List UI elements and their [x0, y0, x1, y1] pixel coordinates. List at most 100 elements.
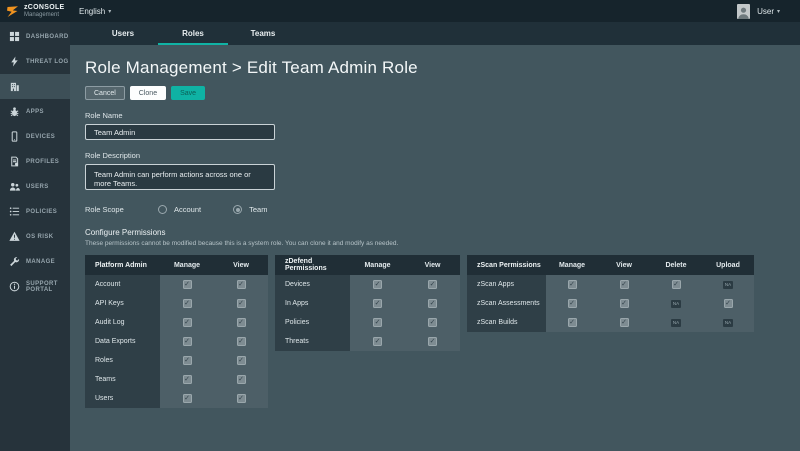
user-menu-label: User: [757, 7, 774, 16]
table-title: zDefend Permissions: [275, 258, 350, 272]
na-indicator: NA: [671, 319, 681, 327]
radio-selected-icon[interactable]: [233, 205, 242, 214]
na-indicator: NA: [723, 281, 733, 289]
user-menu[interactable]: User ▾: [757, 7, 780, 16]
row-cells: ✓✓: [350, 294, 460, 313]
checkbox-checked-disabled[interactable]: ✓: [428, 318, 437, 327]
row-cells: ✓✓: [160, 275, 268, 294]
sidebar-item-label: PROFILES: [26, 159, 59, 165]
row-cells: ✓✓: [160, 351, 268, 370]
row-cells: ✓✓: [160, 313, 268, 332]
tab-roles[interactable]: Roles: [158, 22, 228, 45]
profiles-icon: [9, 156, 20, 167]
role-scope-row: Role Scope Account Team: [85, 205, 800, 214]
checkbox-checked-disabled[interactable]: ✓: [428, 299, 437, 308]
checkbox-checked-disabled[interactable]: ✓: [373, 318, 382, 327]
checkbox-checked-disabled[interactable]: ✓: [237, 394, 246, 403]
checkbox-checked-disabled[interactable]: ✓: [428, 337, 437, 346]
configure-permissions-note: These permissions cannot be modified bec…: [85, 240, 800, 247]
table-title: zScan Permissions: [467, 262, 546, 269]
checkbox-checked-disabled[interactable]: ✓: [183, 337, 192, 346]
sidebar-item-dashboard[interactable]: DASHBOARD: [0, 24, 70, 49]
table-row: zScan Apps ✓✓✓NA: [467, 275, 754, 294]
tab-teams[interactable]: Teams: [228, 22, 298, 45]
checkbox-checked-disabled[interactable]: ✓: [183, 375, 192, 384]
checkbox-checked-disabled[interactable]: ✓: [428, 280, 437, 289]
checkbox-checked-disabled[interactable]: ✓: [183, 356, 192, 365]
tab-label: Roles: [182, 29, 204, 38]
table-row: API Keys ✓✓: [85, 294, 268, 313]
sidebar-nav: DASHBOARD THREAT LOG APPS: [0, 22, 70, 451]
sidebar-item-users[interactable]: USERS: [0, 174, 70, 199]
checkbox-checked-disabled[interactable]: ✓: [183, 394, 192, 403]
role-name-input[interactable]: [85, 124, 275, 140]
sidebar-item-apps[interactable]: APPS: [0, 99, 70, 124]
checkbox-checked-disabled[interactable]: ✓: [620, 299, 629, 308]
checkbox-checked-disabled[interactable]: ✓: [237, 337, 246, 346]
page-title: Role Management > Edit Team Admin Role: [85, 58, 800, 78]
sidebar-item-threat-log[interactable]: THREAT LOG: [0, 49, 70, 74]
checkbox-checked-disabled[interactable]: ✓: [620, 318, 629, 327]
sidebar-item-profiles[interactable]: PROFILES: [0, 149, 70, 174]
column-header-upload: Upload: [702, 262, 754, 269]
checkbox-checked-disabled[interactable]: ✓: [237, 356, 246, 365]
role-description-label: Role Description: [85, 151, 800, 160]
clone-button[interactable]: Clone: [130, 86, 166, 100]
radio-label: Account: [174, 205, 201, 214]
row-label: Threats: [275, 332, 350, 351]
sidebar-item-building[interactable]: [0, 74, 70, 99]
sidebar-item-os-risk[interactable]: OS RISK: [0, 224, 70, 249]
table-row: zScan Assessments ✓✓NA✓: [467, 294, 754, 313]
table-row: Threats ✓ ✓: [275, 332, 460, 351]
table-row: Teams ✓✓: [85, 370, 268, 389]
checkbox-checked-disabled[interactable]: ✓: [373, 280, 382, 289]
cancel-button[interactable]: Cancel: [85, 86, 125, 100]
save-button[interactable]: Save: [171, 86, 205, 100]
row-cells: ✓ ✓ ✓ NA: [546, 275, 754, 294]
checkbox-checked-disabled[interactable]: ✓: [237, 280, 246, 289]
radio-unselected-icon[interactable]: [158, 205, 167, 214]
checkbox-checked-disabled[interactable]: ✓: [672, 280, 681, 289]
checkbox-checked-disabled[interactable]: ✓: [724, 299, 733, 308]
sidebar-item-manage[interactable]: MANAGE: [0, 249, 70, 274]
sidebar-item-label: MANAGE: [26, 259, 55, 265]
checkbox-checked-disabled[interactable]: ✓: [183, 318, 192, 327]
row-cells: ✓✓: [160, 332, 268, 351]
table-row: Policies ✓✓: [275, 313, 460, 332]
platform-admin-table: Platform Admin Manage View Account ✓✓: [85, 255, 268, 408]
tab-label: Teams: [251, 29, 276, 38]
user-avatar[interactable]: [737, 4, 750, 19]
role-scope-option-account[interactable]: Account: [158, 205, 201, 214]
column-header-manage: Manage: [160, 262, 214, 269]
checkbox-checked-disabled[interactable]: ✓: [237, 299, 246, 308]
tab-label: Users: [112, 29, 134, 38]
checkbox-checked-disabled[interactable]: ✓: [568, 280, 577, 289]
brand-logo: zCONSOLE Management: [0, 4, 70, 19]
role-description-textarea[interactable]: Team Admin can perform actions across on…: [85, 164, 275, 190]
na-indicator: NA: [723, 319, 733, 327]
language-selector[interactable]: English ▾: [79, 7, 111, 16]
sidebar-item-label: DEVICES: [26, 134, 55, 140]
checkbox-checked-disabled[interactable]: ✓: [373, 337, 382, 346]
top-bar: zCONSOLE Management English ▾ User ▾: [0, 0, 800, 22]
checkbox-checked-disabled[interactable]: ✓: [620, 280, 629, 289]
sidebar-item-label: THREAT LOG: [26, 59, 69, 65]
row-label: zScan Assessments: [467, 294, 546, 313]
sidebar-item-support-portal[interactable]: SUPPORT PORTAL: [0, 274, 70, 299]
checkbox-checked-disabled[interactable]: ✓: [237, 375, 246, 384]
chevron-down-icon: ▾: [777, 8, 780, 15]
tab-users[interactable]: Users: [88, 22, 158, 45]
checkbox-checked-disabled[interactable]: ✓: [237, 318, 246, 327]
sidebar-item-policies[interactable]: POLICIES: [0, 199, 70, 224]
table-row: Devices ✓✓: [275, 275, 460, 294]
checkbox-checked-disabled[interactable]: ✓: [373, 299, 382, 308]
checkbox-checked-disabled[interactable]: ✓: [183, 299, 192, 308]
row-label: In Apps: [275, 294, 350, 313]
checkbox-checked-disabled[interactable]: ✓: [183, 280, 192, 289]
checkbox-checked-disabled[interactable]: ✓: [568, 299, 577, 308]
sidebar-item-devices[interactable]: DEVICES: [0, 124, 70, 149]
role-scope-option-team[interactable]: Team: [233, 205, 267, 214]
checkbox-checked-disabled[interactable]: ✓: [568, 318, 577, 327]
row-cells: ✓✓: [160, 294, 268, 313]
column-header-delete: Delete: [650, 262, 702, 269]
